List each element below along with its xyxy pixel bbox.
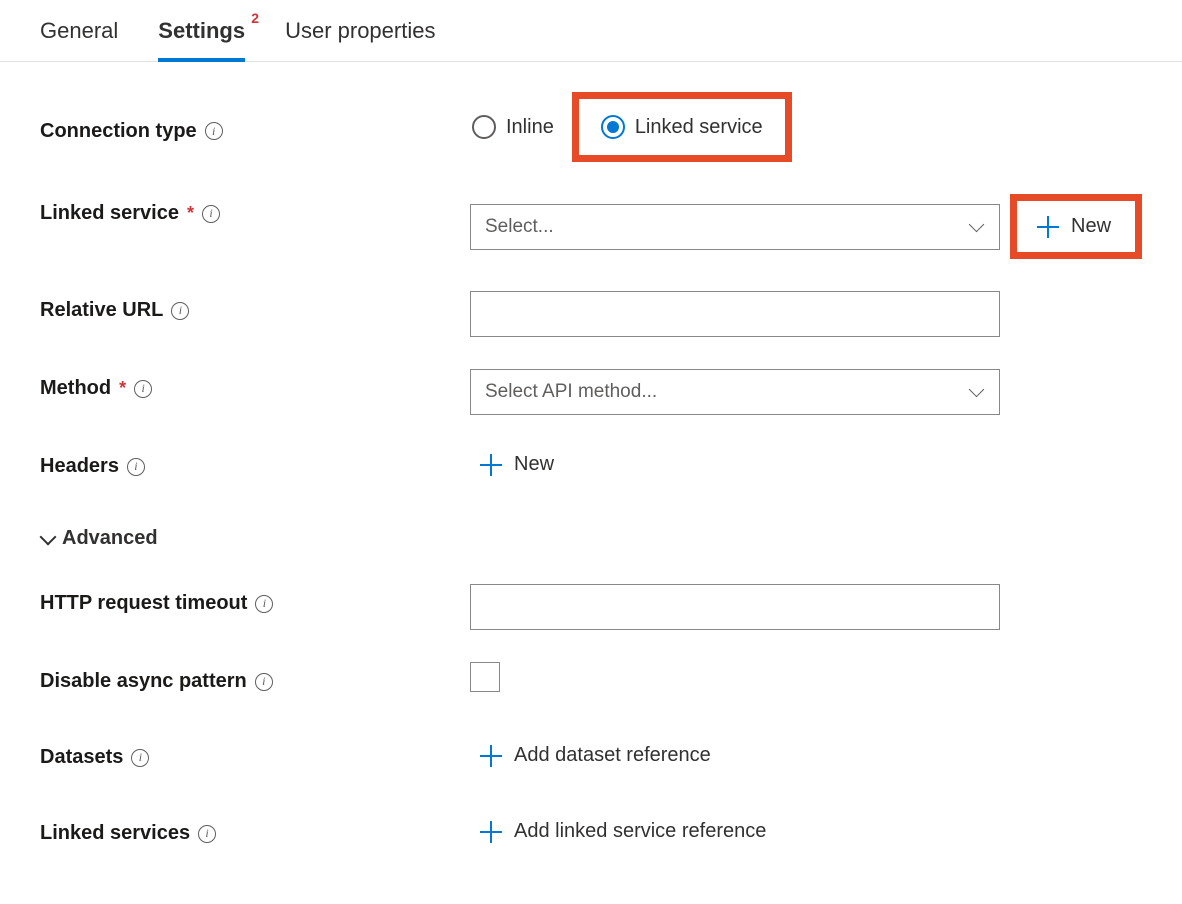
tab-label: General [40, 18, 118, 43]
row-http-timeout: HTTP request timeout i [40, 584, 1142, 630]
connection-type-radio-group: Inline Linked service [472, 92, 792, 162]
new-header-button[interactable]: New [470, 447, 564, 482]
chevron-down-icon [40, 532, 54, 546]
control-col: New [470, 447, 1142, 482]
add-linked-service-button[interactable]: Add linked service reference [470, 814, 776, 849]
info-icon[interactable]: i [127, 458, 145, 476]
row-method: Method * i Select API method... [40, 369, 1142, 415]
row-disable-async: Disable async pattern i [40, 662, 1142, 706]
relative-url-input[interactable] [470, 291, 1000, 337]
info-icon[interactable]: i [255, 673, 273, 691]
plus-icon [1037, 216, 1059, 238]
row-linked-services: Linked services i Add linked service ref… [40, 814, 1142, 858]
linked-service-label: Linked service [40, 202, 179, 225]
control-col: Select API method... [470, 369, 1142, 415]
info-icon[interactable]: i [205, 122, 223, 140]
row-datasets: Datasets i Add dataset reference [40, 738, 1142, 782]
label-col: Connection type i [40, 112, 470, 143]
info-icon[interactable]: i [134, 380, 152, 398]
new-header-label: New [514, 453, 554, 476]
radio-inline-label: Inline [506, 116, 554, 139]
required-asterisk: * [119, 378, 126, 399]
control-col [470, 291, 1142, 337]
http-timeout-label: HTTP request timeout [40, 592, 247, 615]
http-timeout-input[interactable] [470, 584, 1000, 630]
settings-panel: General Settings 2 User properties Conne… [0, 0, 1182, 902]
radio-circle-icon [601, 115, 625, 139]
row-connection-type: Connection type i Inline Linked service [40, 92, 1142, 162]
tab-settings[interactable]: Settings 2 [158, 18, 245, 62]
tab-general[interactable]: General [40, 18, 118, 61]
linked-services-label: Linked services [40, 822, 190, 845]
settings-form: Connection type i Inline Linked service [0, 62, 1182, 902]
disable-async-checkbox[interactable] [470, 662, 500, 692]
select-placeholder: Select... [485, 216, 554, 238]
disable-async-label: Disable async pattern [40, 670, 247, 693]
new-linked-service-button[interactable]: New [1027, 209, 1121, 244]
label-col: Headers i [40, 447, 470, 478]
tab-label: Settings [158, 18, 245, 43]
connection-type-label: Connection type [40, 120, 197, 143]
label-col: Relative URL i [40, 291, 470, 322]
label-col: Method * i [40, 369, 470, 400]
info-icon[interactable]: i [198, 825, 216, 843]
chevron-down-icon [969, 222, 985, 232]
tab-badge: 2 [251, 10, 259, 26]
label-col: Datasets i [40, 738, 470, 769]
label-col: Linked service * i [40, 194, 470, 225]
add-dataset-label: Add dataset reference [514, 744, 711, 767]
plus-icon [480, 454, 502, 476]
control-col [470, 584, 1142, 630]
linked-service-select[interactable]: Select... [470, 204, 1000, 250]
info-icon[interactable]: i [202, 205, 220, 223]
tab-label: User properties [285, 18, 435, 43]
datasets-label: Datasets [40, 746, 123, 769]
label-col: Disable async pattern i [40, 662, 470, 693]
info-icon[interactable]: i [131, 749, 149, 767]
control-col: Select... New [470, 194, 1142, 259]
highlight-linked-service: Linked service [572, 92, 792, 162]
select-placeholder: Select API method... [485, 381, 657, 403]
control-col: Add dataset reference [470, 738, 1142, 773]
control-col: Add linked service reference [470, 814, 1142, 849]
chevron-down-icon [969, 387, 985, 397]
info-icon[interactable]: i [255, 595, 273, 613]
method-label: Method [40, 377, 111, 400]
add-linked-service-label: Add linked service reference [514, 820, 766, 843]
radio-inline[interactable]: Inline [472, 115, 554, 139]
row-linked-service: Linked service * i Select... New [40, 194, 1142, 259]
tab-bar: General Settings 2 User properties [0, 0, 1182, 62]
relative-url-label: Relative URL [40, 299, 163, 322]
add-dataset-button[interactable]: Add dataset reference [470, 738, 721, 773]
row-headers: Headers i New [40, 447, 1142, 491]
advanced-toggle[interactable]: Advanced [40, 523, 1142, 550]
info-icon[interactable]: i [171, 302, 189, 320]
plus-icon [480, 821, 502, 843]
label-col: HTTP request timeout i [40, 584, 470, 615]
plus-icon [480, 745, 502, 767]
control-col: Inline Linked service [472, 92, 1142, 162]
control-col [470, 662, 1142, 692]
new-button-label: New [1071, 215, 1111, 238]
advanced-label: Advanced [62, 527, 158, 550]
highlight-new-button: New [1010, 194, 1142, 259]
method-select[interactable]: Select API method... [470, 369, 1000, 415]
radio-linked-service[interactable]: Linked service [601, 115, 763, 139]
headers-label: Headers [40, 455, 119, 478]
radio-circle-icon [472, 115, 496, 139]
row-relative-url: Relative URL i [40, 291, 1142, 337]
required-asterisk: * [187, 203, 194, 224]
tab-user-properties[interactable]: User properties [285, 18, 435, 61]
label-col: Linked services i [40, 814, 470, 845]
radio-linked-service-label: Linked service [635, 116, 763, 139]
